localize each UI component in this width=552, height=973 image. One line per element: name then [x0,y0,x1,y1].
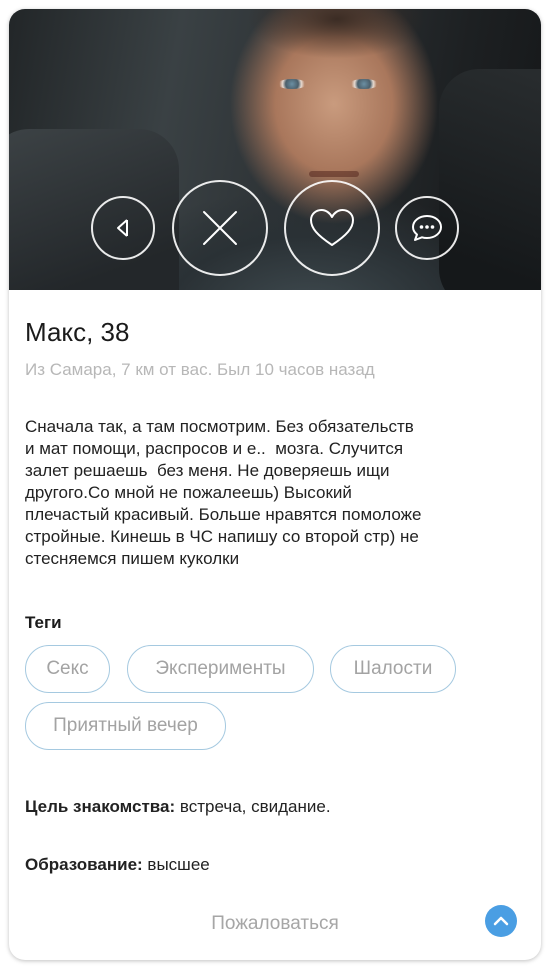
message-button[interactable] [395,196,459,260]
chevron-up-icon [493,916,509,926]
skip-button[interactable] [172,180,268,276]
tag-chip[interactable]: Приятный вечер [25,702,226,750]
heart-icon [310,209,354,246]
profile-about: Сначала так, а там посмотрим. Без обязат… [25,417,422,568]
dating-goal-label: Цель знакомства: [25,797,176,816]
tags-title: Теги [25,613,62,632]
profile-photo[interactable] [9,9,541,290]
dating-goal-value: встреча, свидание. [175,797,331,816]
scroll-up-button[interactable] [485,905,517,937]
dating-goal: Цель знакомства: встреча, свидание. [25,797,331,817]
education: Образование: высшее [25,855,210,875]
photo-car-seat-right [439,69,541,290]
report-button[interactable]: Пожаловаться [25,913,525,935]
profile-meta: Из Самара, 7 км от вас. Был 10 часов наз… [25,360,375,379]
close-icon [203,211,237,245]
tag-chip[interactable]: Шалости [330,645,456,693]
back-triangle-icon [117,219,128,237]
profile-name-age: Макс, 38 [25,317,130,347]
like-button[interactable] [284,180,380,276]
education-value: высшее [142,855,210,874]
tag-chip[interactable]: Эксперименты [127,645,314,693]
tag-chip[interactable]: Секс [25,645,110,693]
back-button[interactable] [91,196,155,260]
profile-card: Макс, 38 Из Самара, 7 км от вас. Был 10 … [9,9,541,960]
chat-bubble-icon [412,215,442,241]
photo-car-seat [9,129,179,290]
education-label: Образование: [25,855,143,874]
